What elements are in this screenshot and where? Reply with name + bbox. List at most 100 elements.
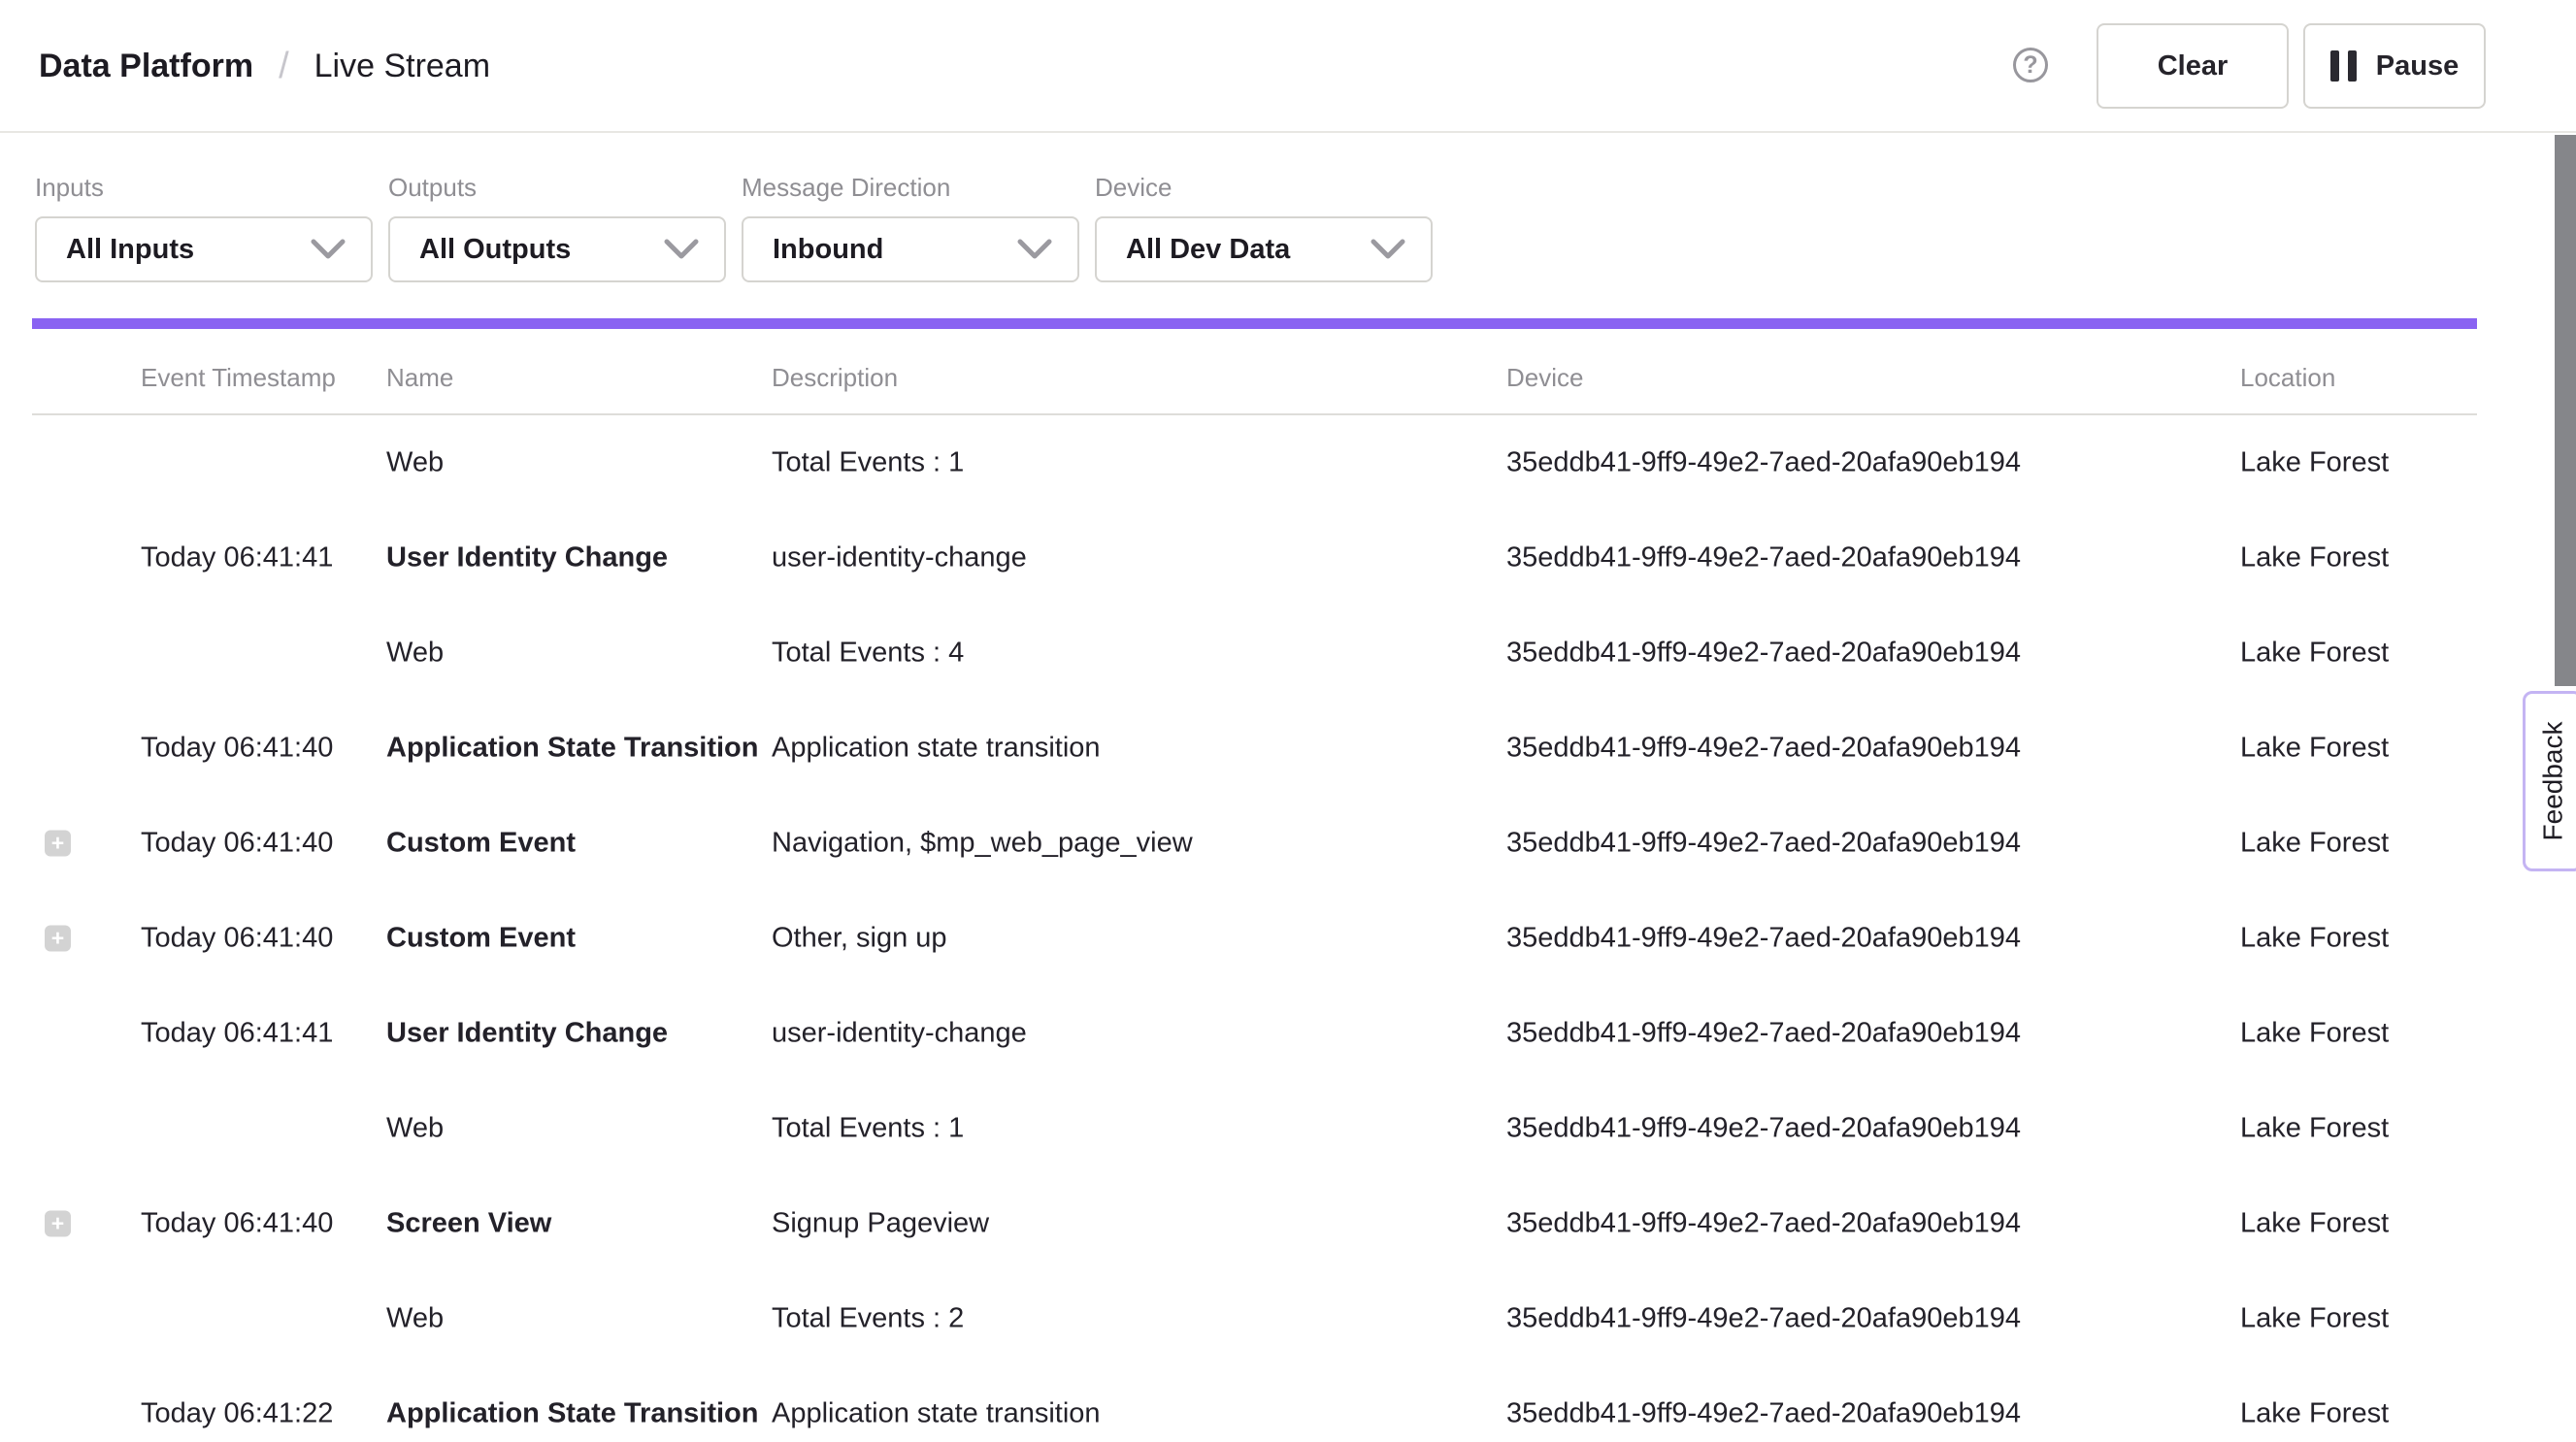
cell-location: Lake Forest xyxy=(2240,1398,2389,1430)
cell-device: 35eddb41-9ff9-49e2-7aed-20afa90eb194 xyxy=(1506,1018,2021,1050)
column-header-location: Location xyxy=(2240,363,2335,393)
page-title: Live Stream xyxy=(314,48,490,85)
cell-description: Total Events : 1 xyxy=(772,1113,964,1145)
filter-label: Outputs xyxy=(388,173,726,203)
clear-button-label: Clear xyxy=(2158,50,2229,82)
cell-description: Signup Pageview xyxy=(772,1208,989,1240)
filter-selected-value: Inbound xyxy=(773,234,883,266)
cell-location: Lake Forest xyxy=(2240,542,2389,574)
cell-name: Screen View xyxy=(386,1208,551,1240)
cell-name: User Identity Change xyxy=(386,542,668,574)
cell-description: user-identity-change xyxy=(772,1018,1027,1050)
filter-dropdown[interactable]: Inbound xyxy=(742,216,1079,282)
chevron-down-icon xyxy=(311,239,346,260)
cell-event-timestamp: Today 06:41:40 xyxy=(141,733,333,765)
cell-description: Navigation, $mp_web_page_view xyxy=(772,828,1193,860)
help-icon[interactable]: ? xyxy=(2013,48,2048,82)
cell-name: Custom Event xyxy=(386,923,576,955)
table-row[interactable]: Web Total Events : 2 35eddb41-9ff9-49e2-… xyxy=(0,1271,2576,1366)
filter-dropdown[interactable]: All Inputs xyxy=(35,216,373,282)
cell-name: Application State Transition xyxy=(386,733,759,765)
filter-label: Inputs xyxy=(35,173,373,203)
table-row[interactable]: Today 06:41:22 Application State Transit… xyxy=(0,1366,2576,1442)
filter-label: Message Direction xyxy=(742,173,1079,203)
cell-device: 35eddb41-9ff9-49e2-7aed-20afa90eb194 xyxy=(1506,1398,2021,1430)
cell-device: 35eddb41-9ff9-49e2-7aed-20afa90eb194 xyxy=(1506,638,2021,670)
cell-description: Application state transition xyxy=(772,1398,1101,1430)
column-header-event-timestamp: Event Timestamp xyxy=(141,363,336,393)
filter-selected-value: All Inputs xyxy=(66,234,194,266)
chevron-down-icon xyxy=(1371,239,1405,260)
cell-device: 35eddb41-9ff9-49e2-7aed-20afa90eb194 xyxy=(1506,1113,2021,1145)
table-row[interactable]: + Today 06:41:40 Custom Event Navigation… xyxy=(0,796,2576,891)
pause-button-label: Pause xyxy=(2376,50,2459,82)
cell-location: Lake Forest xyxy=(2240,638,2389,670)
cell-name: Web xyxy=(386,1113,444,1145)
cell-name: Application State Transition xyxy=(386,1398,759,1430)
cell-name: Web xyxy=(386,638,444,670)
table-header: Event Timestamp Name Description Device … xyxy=(0,349,2576,413)
cell-device: 35eddb41-9ff9-49e2-7aed-20afa90eb194 xyxy=(1506,447,2021,479)
vertical-scrollbar-thumb[interactable] xyxy=(2555,135,2576,686)
table-row[interactable]: + Today 06:41:40 Screen View Signup Page… xyxy=(0,1176,2576,1271)
pause-button[interactable]: Pause xyxy=(2303,23,2486,109)
column-header-name: Name xyxy=(386,363,453,393)
cell-location: Lake Forest xyxy=(2240,1303,2389,1335)
filter-dropdown[interactable]: All Outputs xyxy=(388,216,726,282)
cell-location: Lake Forest xyxy=(2240,1018,2389,1050)
cell-description: Other, sign up xyxy=(772,923,947,955)
filter-label: Device xyxy=(1095,173,1433,203)
cell-device: 35eddb41-9ff9-49e2-7aed-20afa90eb194 xyxy=(1506,1208,2021,1240)
cell-event-timestamp: Today 06:41:22 xyxy=(141,1398,333,1430)
cell-name: Web xyxy=(386,1303,444,1335)
live-stream-page: Data Platform / Live Stream ? Clear Paus… xyxy=(0,0,2576,1442)
table-row[interactable]: Web Total Events : 1 35eddb41-9ff9-49e2-… xyxy=(0,1081,2576,1176)
cell-device: 35eddb41-9ff9-49e2-7aed-20afa90eb194 xyxy=(1506,828,2021,860)
table-row[interactable]: Today 06:41:41 User Identity Change user… xyxy=(0,510,2576,606)
cell-device: 35eddb41-9ff9-49e2-7aed-20afa90eb194 xyxy=(1506,733,2021,765)
chevron-down-icon xyxy=(1017,239,1052,260)
cell-event-timestamp: Today 06:41:41 xyxy=(141,542,333,574)
column-header-description: Description xyxy=(772,363,898,393)
feedback-tab[interactable]: Feedback xyxy=(2523,691,2576,871)
expand-row-button[interactable]: + xyxy=(45,831,71,857)
cell-location: Lake Forest xyxy=(2240,1208,2389,1240)
cell-device: 35eddb41-9ff9-49e2-7aed-20afa90eb194 xyxy=(1506,1303,2021,1335)
cell-description: Total Events : 2 xyxy=(772,1303,964,1335)
filter-selected-value: All Outputs xyxy=(419,234,571,266)
expand-row-button[interactable]: + xyxy=(45,926,71,952)
column-header-device: Device xyxy=(1506,363,1583,393)
cell-event-timestamp: Today 06:41:40 xyxy=(141,1208,333,1240)
table-row[interactable]: + Today 06:41:40 Custom Event Other, sig… xyxy=(0,891,2576,986)
cell-location: Lake Forest xyxy=(2240,733,2389,765)
feedback-tab-label: Feedback xyxy=(2537,722,2568,841)
event-table-body: Web Total Events : 1 35eddb41-9ff9-49e2-… xyxy=(0,415,2576,1442)
top-bar: Data Platform / Live Stream ? Clear Paus… xyxy=(0,0,2576,133)
cell-description: user-identity-change xyxy=(772,542,1027,574)
breadcrumb-separator: / xyxy=(279,46,289,87)
table-row[interactable]: Today 06:41:40 Application State Transit… xyxy=(0,701,2576,796)
breadcrumb-section[interactable]: Data Platform xyxy=(39,48,253,85)
chevron-down-icon xyxy=(664,239,699,260)
cell-description: Application state transition xyxy=(772,733,1101,765)
filter-group: Device All Dev Data xyxy=(1095,173,1433,282)
table-row[interactable]: Today 06:41:41 User Identity Change user… xyxy=(0,986,2576,1081)
cell-name: Web xyxy=(386,447,444,479)
cell-location: Lake Forest xyxy=(2240,923,2389,955)
cell-event-timestamp: Today 06:41:40 xyxy=(141,828,333,860)
cell-device: 35eddb41-9ff9-49e2-7aed-20afa90eb194 xyxy=(1506,923,2021,955)
breadcrumb: Data Platform / Live Stream xyxy=(39,0,490,133)
table-row[interactable]: Web Total Events : 1 35eddb41-9ff9-49e2-… xyxy=(0,415,2576,510)
filter-selected-value: All Dev Data xyxy=(1126,234,1290,266)
table-row[interactable]: Web Total Events : 4 35eddb41-9ff9-49e2-… xyxy=(0,606,2576,701)
clear-button[interactable]: Clear xyxy=(2097,23,2289,109)
filter-group: Message Direction Inbound xyxy=(742,173,1079,282)
cell-location: Lake Forest xyxy=(2240,1113,2389,1145)
cell-event-timestamp: Today 06:41:40 xyxy=(141,923,333,955)
pause-icon xyxy=(2330,50,2357,82)
expand-row-button[interactable]: + xyxy=(45,1211,71,1237)
filter-group: Inputs All Inputs xyxy=(35,173,373,282)
filter-dropdown[interactable]: All Dev Data xyxy=(1095,216,1433,282)
cell-event-timestamp: Today 06:41:41 xyxy=(141,1018,333,1050)
filter-group: Outputs All Outputs xyxy=(388,173,726,282)
